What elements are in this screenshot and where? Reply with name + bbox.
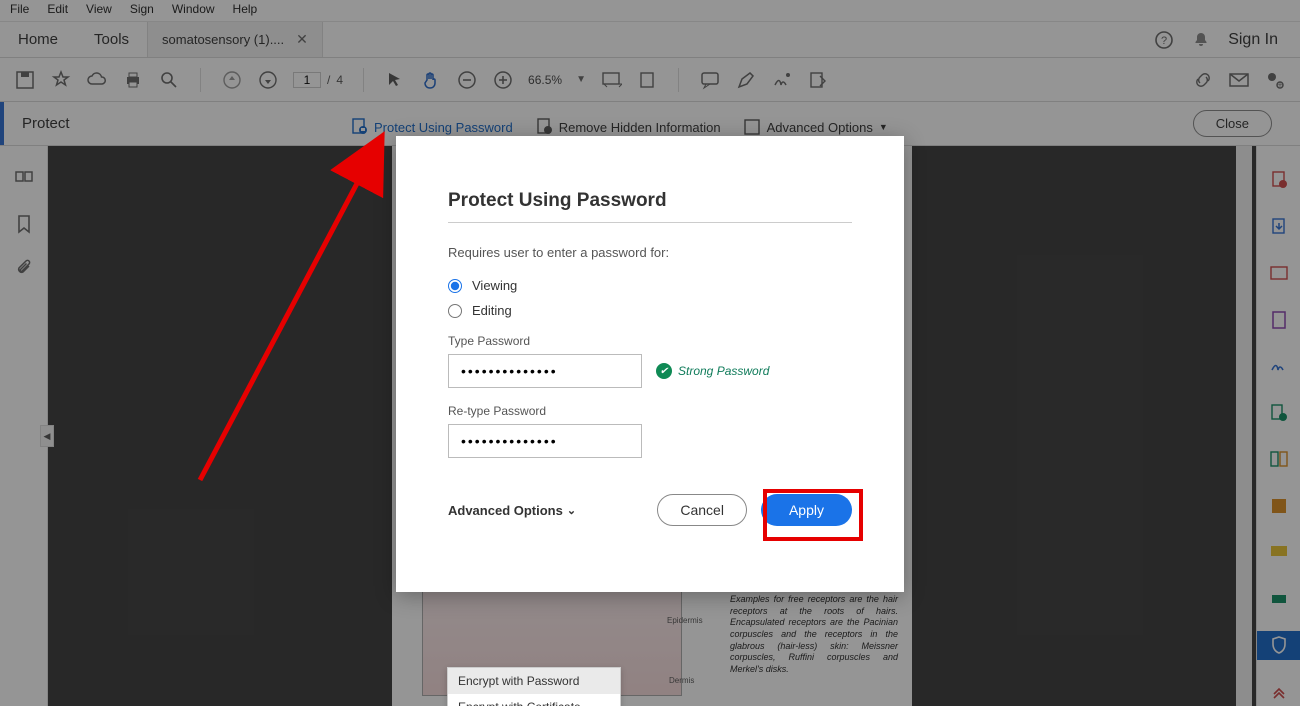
comment-icon[interactable] [699,69,721,91]
save-icon[interactable] [14,69,36,91]
cloud-icon[interactable] [86,69,108,91]
rtool-redact-icon[interactable] [1257,492,1300,521]
radio-editing[interactable]: Editing [448,303,852,318]
bell-icon[interactable] [1192,31,1210,49]
search-icon[interactable] [158,69,180,91]
tab-document[interactable]: somatosensory (1).... ✕ [147,22,323,57]
radio-viewing-input[interactable] [448,279,462,293]
radio-editing-input[interactable] [448,304,462,318]
page-down-icon[interactable] [257,69,279,91]
tab-document-label: somatosensory (1).... [162,32,284,47]
highlight-icon[interactable] [735,69,757,91]
svg-text:+: + [1277,80,1282,90]
tab-row: Home Tools somatosensory (1).... ✕ ? Sig… [0,22,1300,58]
password-input[interactable] [448,354,642,388]
close-protect-button[interactable]: Close [1193,110,1272,137]
protect-label: Protect [0,102,282,145]
collapse-left-icon[interactable]: ◀ [40,425,54,447]
dialog-title: Protect Using Password [448,190,852,223]
rtool-export-icon[interactable] [1257,213,1300,242]
tab-tools[interactable]: Tools [76,22,147,57]
menu-sign[interactable]: Sign [130,2,154,19]
help-icon[interactable]: ? [1154,30,1174,50]
radio-viewing-label: Viewing [472,278,517,293]
zoom-value[interactable]: 66.5% [528,73,562,87]
menu-window[interactable]: Window [172,2,215,19]
rtool-organize-icon[interactable] [1257,306,1300,335]
sign-icon[interactable] [771,69,793,91]
radio-viewing[interactable]: Viewing [448,278,852,293]
retype-password-input[interactable] [448,424,642,458]
apply-button[interactable]: Apply [761,494,852,526]
advanced-options-dropdown: Encrypt with Password Encrypt with Certi… [447,667,621,706]
advanced-options-toggle[interactable]: Advanced Options ⌄ [448,503,576,518]
type-password-label: Type Password [448,334,852,348]
tab-home[interactable]: Home [0,22,76,57]
page-sep: / [327,73,330,87]
scrollbar[interactable] [1236,146,1252,706]
attachment-icon[interactable] [15,258,33,278]
advanced-options-action[interactable]: Advanced Options▼ [743,117,888,137]
rtool-print-icon[interactable] [1257,585,1300,614]
print-icon[interactable] [122,69,144,91]
rtool-sign-icon[interactable] [1257,352,1300,381]
rtool-edit-icon[interactable] [1257,259,1300,288]
pointer-icon[interactable] [384,69,406,91]
hand-icon[interactable] [420,69,442,91]
rtool-more-icon[interactable] [1257,678,1300,706]
dialog-subtitle: Requires user to enter a password for: [448,245,852,260]
zoom-out-icon[interactable] [456,69,478,91]
page-total: 4 [336,73,343,87]
chevron-down-icon: ⌄ [567,504,576,517]
encrypt-with-password-item[interactable]: Encrypt with Password [448,668,620,694]
figure-label-dermis: Dermis [669,676,694,685]
link-icon[interactable] [1192,69,1214,91]
menu-file[interactable]: File [10,2,29,19]
page-up-icon[interactable] [221,69,243,91]
menu-edit[interactable]: Edit [47,2,68,19]
svg-text:?: ? [1161,35,1167,47]
menu-view[interactable]: View [86,2,112,19]
fit-page-icon[interactable] [636,69,658,91]
rtool-create-icon[interactable] [1257,166,1300,195]
document-text: Examples for free receptors are the hair… [730,594,898,676]
password-strength: ✔ Strong Password [656,363,769,379]
cancel-button[interactable]: Cancel [657,494,747,526]
encrypt-with-certificate-item[interactable]: Encrypt with Certificate [448,694,620,706]
mail-icon[interactable] [1228,69,1250,91]
radio-editing-label: Editing [472,303,512,318]
password-strength-label: Strong Password [678,364,769,378]
star-icon[interactable] [50,69,72,91]
menubar: File Edit View Sign Window Help [0,0,1300,22]
rtool-comment-icon[interactable] [1257,538,1300,567]
menu-help[interactable]: Help [233,2,258,19]
chevron-down-icon[interactable]: ▼ [576,74,586,85]
rtool-protect-icon[interactable] [1257,631,1300,660]
edit-icon[interactable] [807,69,829,91]
fit-width-icon[interactable] [600,69,622,91]
protect-using-password-action[interactable]: Protect Using Password [350,117,513,137]
retype-password-label: Re-type Password [448,404,852,418]
bookmark-icon[interactable] [16,214,32,234]
close-tab-icon[interactable]: ✕ [296,31,308,48]
check-icon: ✔ [656,363,672,379]
figure-label-epidermis: Epidermis [667,616,703,625]
thumbnails-icon[interactable] [14,170,34,190]
sign-in-link[interactable]: Sign In [1228,31,1278,49]
protect-actions: Protect Using Password Remove Hidden Inf… [350,117,888,137]
toolbar: / 4 66.5% ▼ + [0,58,1300,102]
rtool-combine-icon[interactable] [1257,399,1300,428]
page-current-input[interactable] [293,72,321,88]
remove-hidden-info-action[interactable]: Remove Hidden Information [535,117,721,137]
share-icon[interactable]: + [1264,69,1286,91]
rtool-compare-icon[interactable] [1257,445,1300,474]
zoom-in-icon[interactable] [492,69,514,91]
right-rail [1256,146,1300,706]
protect-password-dialog: Protect Using Password Requires user to … [396,136,904,592]
